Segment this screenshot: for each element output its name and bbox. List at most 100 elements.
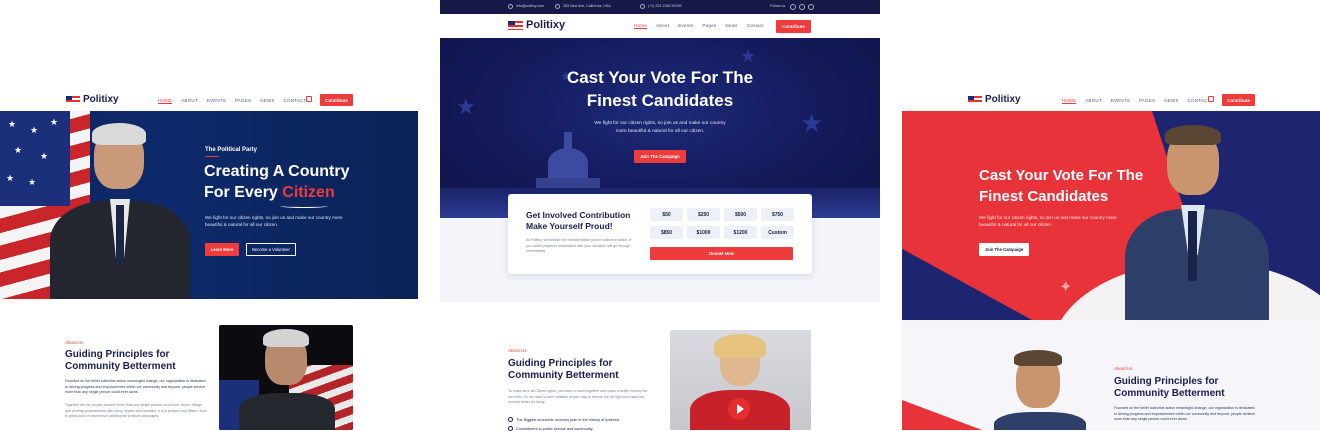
brand-logo[interactable]: Politixy xyxy=(508,19,565,31)
phone-icon xyxy=(640,4,645,9)
amount-option[interactable]: $750 xyxy=(761,208,794,221)
nav-events[interactable]: Events xyxy=(678,23,693,29)
hero-title-line2: Finest Candidates xyxy=(979,188,1109,205)
play-button[interactable] xyxy=(728,398,750,420)
nav-home[interactable]: HOME xyxy=(1062,98,1077,104)
nav-home[interactable]: Home xyxy=(634,23,648,29)
about-tag: About Us xyxy=(1114,366,1133,371)
about-para-2: Together we the people achieve more than… xyxy=(65,403,207,418)
about-tag: About Us xyxy=(65,340,84,345)
nav-pages[interactable]: PAGES xyxy=(235,98,251,104)
nav-contact[interactable]: Contact xyxy=(747,23,764,29)
flag-icon xyxy=(508,20,523,30)
nav-news[interactable]: News xyxy=(725,23,737,29)
donate-button[interactable]: Donate Now xyxy=(650,247,793,260)
follow-label: Follow us xyxy=(770,4,786,8)
join-campaign-button[interactable]: Join The Campaign xyxy=(634,150,686,163)
check-icon xyxy=(508,417,513,422)
twitter-icon[interactable] xyxy=(799,3,805,10)
hero-title-line1: Cast Your Vote For The xyxy=(566,68,754,87)
video-thumbnail[interactable] xyxy=(670,330,811,430)
main-nav: HOME ABOUT EVENTS PAGES NEWS CONTACT xyxy=(158,98,306,104)
play-icon xyxy=(736,404,744,414)
nav-pages[interactable]: PAGES xyxy=(1139,98,1155,104)
brand-name: Politixy xyxy=(83,94,119,105)
candidate-photo xyxy=(1117,121,1277,320)
flag-icon xyxy=(968,95,982,104)
nav-contact[interactable]: CONTACT xyxy=(1188,98,1211,104)
about-photo xyxy=(990,350,1090,430)
nav-news[interactable]: NEWS xyxy=(260,98,274,104)
about-para: To make sure all Citizen rights, you hav… xyxy=(508,389,648,404)
amount-option[interactable]: Custom xyxy=(761,226,794,239)
pin-icon xyxy=(555,4,560,9)
nav-about[interactable]: About xyxy=(656,23,669,29)
nav-home[interactable]: HOME xyxy=(158,98,173,104)
join-campaign-button[interactable]: Join The Campaign xyxy=(979,243,1029,256)
brand-logo[interactable]: Politixy xyxy=(968,94,1021,105)
contribution-card: Get Involved Contribution Make Yourself … xyxy=(508,194,812,274)
topbar-address: 283 New Ave, California, USA xyxy=(563,4,611,8)
brand-logo[interactable]: Politixy xyxy=(66,94,119,105)
nav-about[interactable]: ABOUT xyxy=(181,98,198,104)
nav-pages[interactable]: Pages xyxy=(702,23,716,29)
candidate-photo xyxy=(40,121,190,299)
about-photo xyxy=(219,325,353,430)
facebook-icon[interactable] xyxy=(790,3,796,10)
brand-name: Politixy xyxy=(526,19,566,31)
contrib-desc: At Politixy, we believe the transformati… xyxy=(526,238,632,253)
eyebrow-underline xyxy=(205,156,219,157)
topbar-email[interactable]: info@politixy.com xyxy=(516,4,544,8)
hero-desc: We fight for our citizen rights, so join… xyxy=(205,215,343,227)
main-nav: Home About Events Pages News Contact xyxy=(634,23,764,29)
topbar: info@politixy.com 283 New Ave, Californi… xyxy=(440,0,880,14)
hero-title-line1: Cast Your Vote For The xyxy=(979,167,1144,184)
about-tag: About Us xyxy=(508,348,527,353)
nav-news[interactable]: NEWS xyxy=(1164,98,1178,104)
nav-contact[interactable]: CONTACT xyxy=(284,98,307,104)
bullet-2: Commitment to public service and communi… xyxy=(508,426,593,431)
contribute-button[interactable]: Contribute xyxy=(1222,94,1255,106)
amount-option[interactable]: $250 xyxy=(687,208,720,221)
hero-desc: We fight for our citizen rights, so join… xyxy=(594,121,726,134)
right-preview: Politixy HOME ABOUT EVENTS PAGES NEWS CO… xyxy=(902,0,1320,430)
hero-eyebrow: The Political Party xyxy=(205,147,258,153)
check-icon xyxy=(508,426,513,431)
contribute-button[interactable]: Contribute xyxy=(776,20,811,33)
center-preview: info@politixy.com 283 New Ave, Californi… xyxy=(440,0,880,302)
about-red-shape xyxy=(902,400,982,430)
about-title: Guiding Principles for Community Betterm… xyxy=(508,358,619,381)
amount-option[interactable]: $1000 xyxy=(687,226,720,239)
center-about-section: About Us Guiding Principles for Communit… xyxy=(440,302,880,431)
hero-title-line1: Creating A Country xyxy=(204,163,350,180)
learn-more-button[interactable]: Learn More xyxy=(205,243,239,256)
left-preview: Politixy HOME ABOUT EVENTS PAGES NEWS CO… xyxy=(0,0,420,430)
nav-events[interactable]: EVENTS xyxy=(207,98,226,104)
brand-name: Politixy xyxy=(985,94,1021,105)
contribute-button[interactable]: Contribute xyxy=(320,94,353,106)
cart-icon[interactable] xyxy=(306,96,312,102)
volunteer-button[interactable]: Become a Volunteer xyxy=(246,243,296,256)
hero-desc: We fight for our citizen rights, so join… xyxy=(979,215,1117,227)
nav-about[interactable]: ABOUT xyxy=(1085,98,1102,104)
sparkle-icon: ✦ xyxy=(1059,279,1073,296)
hero: ★ ★ ★ ★ ★ ★ ★ The Political Party Creati… xyxy=(0,111,418,299)
about-title: Guiding Principles for Community Betterm… xyxy=(1114,376,1225,399)
amount-option[interactable]: $50 xyxy=(650,208,683,221)
topbar-phone[interactable]: (+1) 321 2345 56789 xyxy=(648,4,681,8)
hero: ★ ★ ★ ★ Cast Your Vote For The Finest Ca… xyxy=(440,38,880,218)
main-nav: HOME ABOUT EVENTS PAGES NEWS CONTACT xyxy=(1062,98,1210,104)
amount-option[interactable]: $500 xyxy=(724,208,757,221)
about-title: Guiding Principles for Community Betterm… xyxy=(65,349,176,372)
linkedin-icon[interactable] xyxy=(808,3,814,10)
contrib-title: Get Involved Contribution Make Yourself … xyxy=(526,210,631,231)
hero-title-line2: For Every Citizen xyxy=(204,184,335,201)
amount-option[interactable]: $1200 xyxy=(724,226,757,239)
flag-icon xyxy=(66,95,80,104)
cart-icon[interactable] xyxy=(1208,96,1214,102)
about-para-1: Founded on the belief collective action … xyxy=(65,379,206,394)
mail-icon xyxy=(508,4,513,9)
highlight-word: Citizen xyxy=(282,184,335,201)
nav-events[interactable]: EVENTS xyxy=(1111,98,1130,104)
amount-option[interactable]: $850 xyxy=(650,226,683,239)
